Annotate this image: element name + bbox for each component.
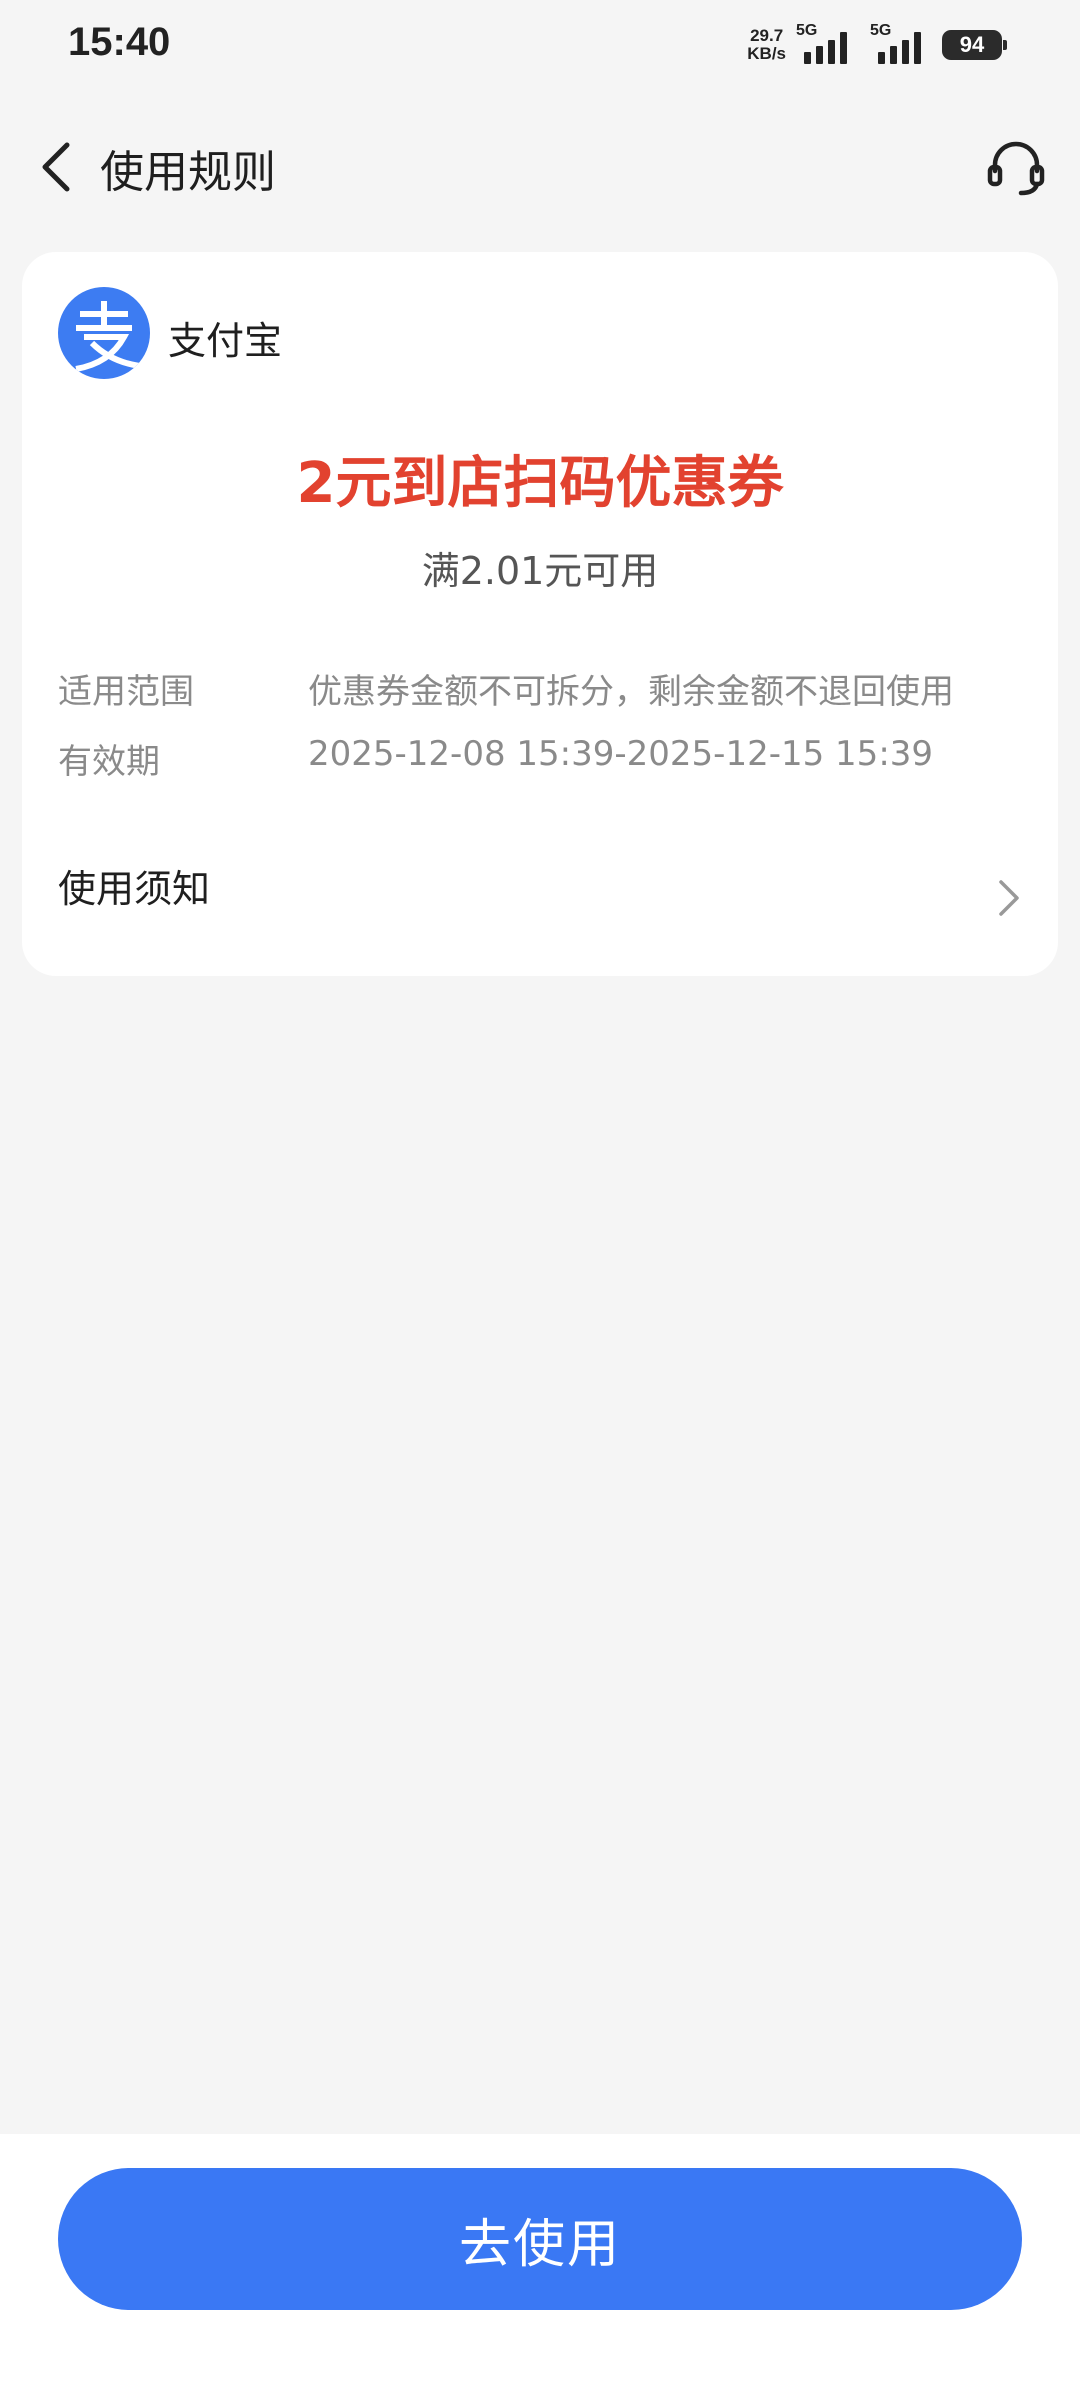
chevron-left-icon: [42, 142, 70, 192]
usage-notice-row[interactable]: 使用须知: [22, 858, 1058, 948]
back-button[interactable]: [22, 132, 92, 202]
signal-icon: 5G: [868, 22, 934, 68]
status-bar: 15:40 29.7 KB/s 5G 5G 94: [0, 0, 1080, 92]
headset-icon: [987, 141, 1045, 196]
scope-value: 优惠券金额不可拆分，剩余金额不退回使用: [308, 672, 954, 712]
scope-label: 适用范围: [58, 672, 194, 712]
coupon-title: 2元到店扫码优惠券: [296, 451, 784, 516]
validity-label: 有效期: [58, 742, 160, 782]
battery-icon: 94: [942, 30, 1007, 60]
network-speed: 29.7 KB/s: [747, 27, 786, 63]
status-indicators: 29.7 KB/s 5G 5G 94: [747, 22, 1007, 68]
network-speed-value: 29.7: [750, 26, 784, 45]
status-time: 15:40: [68, 20, 171, 64]
chevron-right-icon: [999, 880, 1019, 916]
validity-value: 2025-12-08 15:39-2025-12-15 15:39: [308, 734, 934, 774]
customer-service-button[interactable]: [978, 130, 1054, 206]
brand-name: 支付宝: [168, 319, 283, 363]
alipay-logo-icon: [58, 287, 150, 379]
usage-notice-label: 使用须知: [58, 867, 211, 911]
signal-icon: 5G: [794, 22, 860, 68]
page-title: 使用规则: [100, 147, 276, 198]
bottom-action-bar: 去使用: [0, 2134, 1080, 2400]
coupon-condition: 满2.01元可用: [421, 549, 659, 593]
coupon-card: 支付宝 2元到店扫码优惠券 满2.01元可用 适用范围 优惠券金额不可拆分，剩余…: [22, 252, 1058, 976]
network-speed-unit: KB/s: [747, 44, 786, 63]
battery-level: 94: [959, 32, 985, 57]
top-nav-bar: 使用规则: [0, 110, 1080, 220]
use-coupon-button[interactable]: 去使用: [58, 2168, 1022, 2310]
